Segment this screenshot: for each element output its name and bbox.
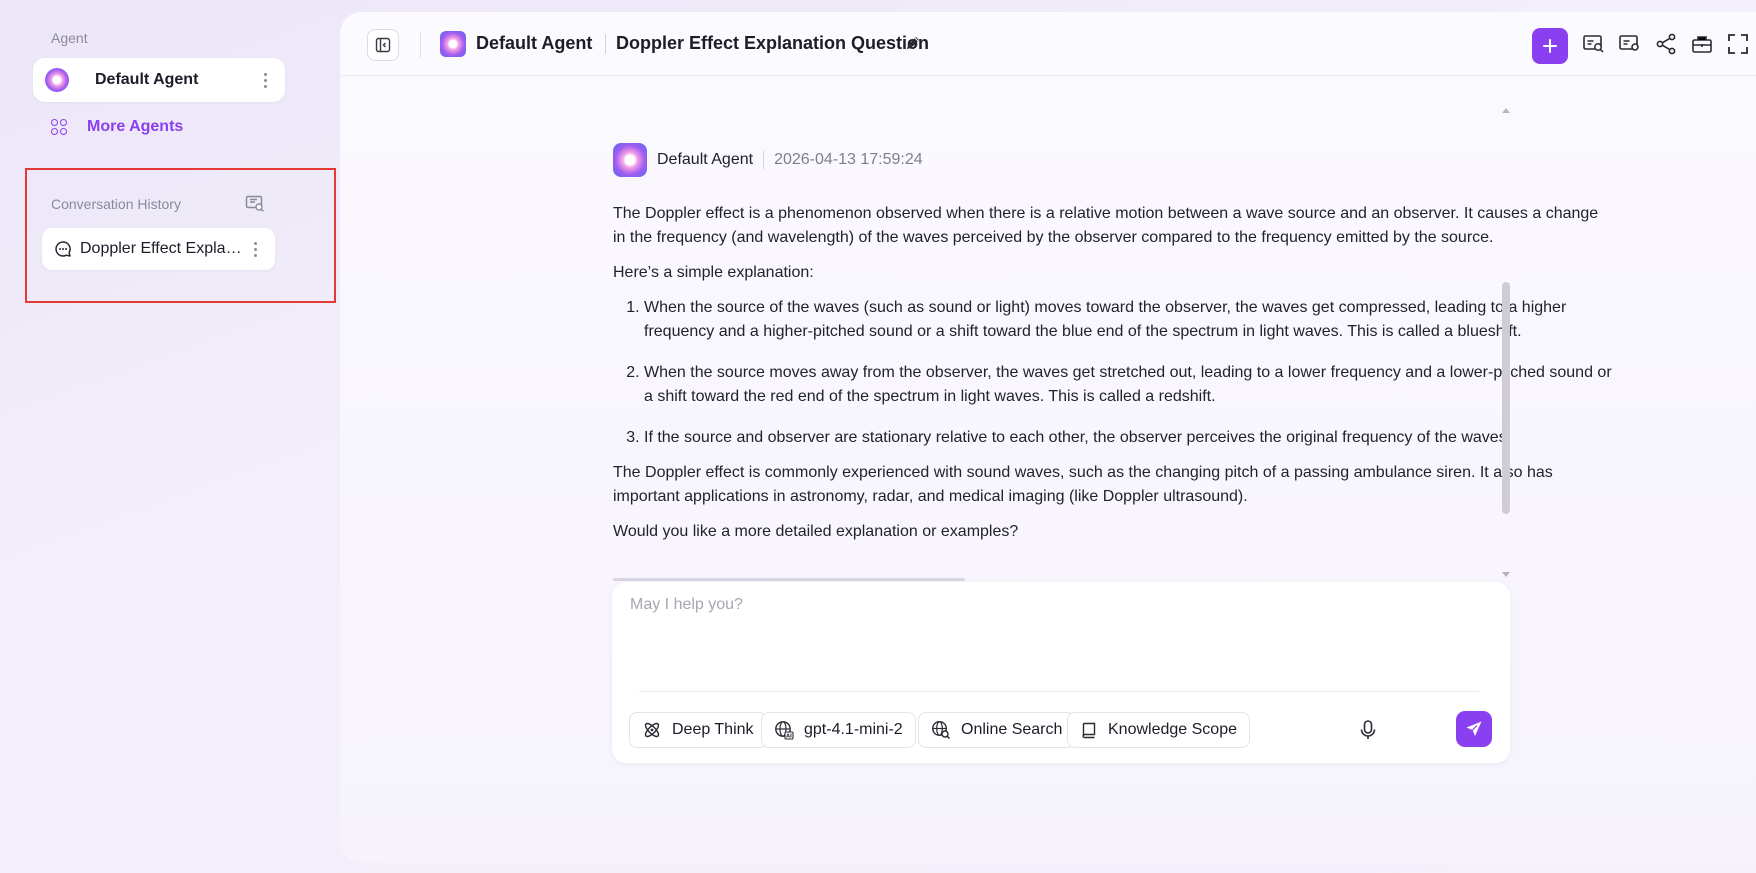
conversation-history-section: Conversation History Doppler Effect Expl…: [25, 168, 336, 303]
conversation-title: Doppler Effect Explanation Question: [616, 33, 930, 53]
chat-header: Default Agent Doppler Effect Explanation…: [340, 12, 1756, 76]
history-item-title: Doppler Effect Explanation Question: [80, 240, 247, 257]
more-agents-link[interactable]: More Agents: [51, 118, 183, 136]
message-lead: Here’s a simple explanation:: [613, 264, 814, 281]
globe-ai-icon: AI: [775, 721, 794, 740]
message-points-list: When the source of the waves (such as so…: [644, 296, 1613, 450]
chat-panel: Default Agent Doppler Effect Explanation…: [340, 12, 1756, 863]
globe-search-icon: [931, 720, 951, 740]
plus-icon: [1543, 39, 1557, 53]
message-question: Would you like a more detailed explanati…: [613, 523, 1019, 540]
book-icon: [1082, 722, 1096, 739]
send-icon: [1466, 721, 1482, 736]
history-item-more-icon[interactable]: [247, 239, 263, 259]
list-item: When the source moves away from the obse…: [644, 361, 1613, 409]
agent-section-label: Agent: [51, 30, 88, 46]
online-search-label: Online Search: [961, 721, 1063, 738]
more-agents-label: More Agents: [87, 118, 184, 135]
current-agent-card[interactable]: Default Agent: [33, 58, 285, 102]
conversation-history-label: Conversation History: [51, 196, 181, 212]
sidebar: Agent Default Agent More Agents Conversa…: [0, 0, 340, 873]
chat-search-icon[interactable]: [1582, 32, 1606, 56]
fullscreen-icon[interactable]: [1726, 32, 1750, 56]
header-divider: [420, 32, 421, 58]
message-timestamp: 2026-04-13 17:59:24: [774, 151, 923, 168]
chat-settings-icon[interactable]: [1618, 32, 1642, 56]
message-header: Default Agent 2026-04-13 17:59:24: [613, 143, 923, 177]
composer: Deep Think AI gpt-4.1-mini-2 Online Sear…: [612, 582, 1510, 763]
message-separator: [763, 151, 765, 169]
horizontal-scrollbar[interactable]: [613, 578, 965, 581]
message-scrollbar[interactable]: [1502, 282, 1510, 514]
message-body: The Doppler effect is a phenomenon obser…: [613, 202, 1613, 555]
share-icon[interactable]: [1654, 32, 1678, 56]
message-input[interactable]: [630, 596, 1490, 676]
atom-icon: [644, 722, 660, 738]
pencil-icon[interactable]: [905, 35, 921, 51]
svg-text:AI: AI: [786, 734, 792, 740]
send-button[interactable]: [1456, 711, 1492, 747]
sidebar-toggle-icon: [375, 37, 391, 53]
scroll-down-arrow-icon[interactable]: [1502, 572, 1510, 577]
deep-think-button[interactable]: Deep Think: [629, 712, 767, 748]
message-agent-name: Default Agent: [657, 151, 754, 168]
header-agent-name: Default Agent: [476, 33, 593, 53]
microphone-icon[interactable]: [1356, 718, 1380, 742]
knowledge-scope-label: Knowledge Scope: [1108, 721, 1237, 738]
list-item: If the source and observer are stationar…: [644, 426, 1613, 450]
chat-bubble-icon: [55, 241, 71, 257]
sidebar-toggle-button[interactable]: [367, 29, 399, 61]
composer-divider: [639, 691, 1479, 692]
current-agent-name: Default Agent: [95, 71, 199, 88]
new-chat-button[interactable]: [1532, 28, 1568, 64]
agent-avatar: [45, 68, 69, 92]
grid-icon: [51, 119, 67, 135]
model-label: gpt-4.1-mini-2: [804, 721, 903, 738]
message-summary: The Doppler effect is commonly experienc…: [613, 464, 1553, 505]
toolbox-icon[interactable]: [1690, 32, 1714, 56]
knowledge-scope-button[interactable]: Knowledge Scope: [1067, 712, 1250, 748]
model-select-button[interactable]: AI gpt-4.1-mini-2: [761, 712, 916, 748]
deep-think-label: Deep Think: [672, 721, 754, 738]
list-item: When the source of the waves (such as so…: [644, 296, 1613, 344]
history-item[interactable]: Doppler Effect Explanation Question: [42, 228, 275, 270]
message-agent-avatar: [613, 143, 647, 177]
header-agent-avatar: [440, 31, 466, 57]
agent-more-options-icon[interactable]: [257, 70, 273, 90]
online-search-button[interactable]: Online Search: [918, 712, 1076, 748]
scroll-up-arrow-icon[interactable]: [1502, 108, 1510, 113]
chat-search-icon[interactable]: [245, 195, 265, 213]
message-intro: The Doppler effect is a phenomenon obser…: [613, 205, 1599, 246]
